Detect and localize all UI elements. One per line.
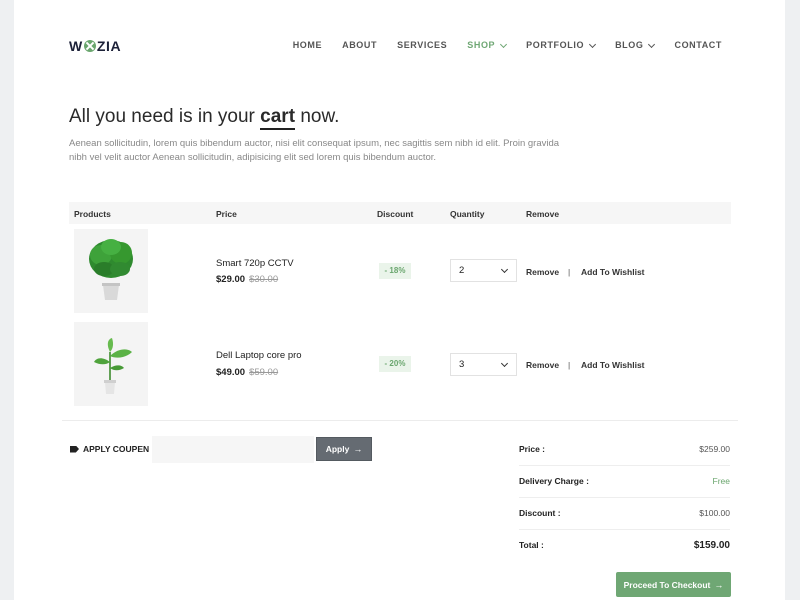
page-title: All you need is in your cart now. xyxy=(69,106,339,130)
tag-icon xyxy=(70,445,79,453)
col-discount: Discount xyxy=(377,209,414,219)
arrow-right-icon: → xyxy=(353,444,363,454)
add-to-wishlist-link[interactable]: Add To Wishlist xyxy=(581,360,645,370)
link-separator: | xyxy=(568,267,571,277)
chevron-down-icon xyxy=(589,40,597,48)
nav-contact[interactable]: CONTACT xyxy=(674,40,722,50)
main-nav: HOME ABOUT SERVICES SHOP PORTFOLIO BLOG … xyxy=(273,40,722,50)
summary-discount-row: Discount : $100.00 xyxy=(519,498,730,530)
nav-portfolio[interactable]: PORTFOLIO xyxy=(526,40,597,50)
product-price: $49.00 $59.00 xyxy=(216,367,279,378)
summary-price-row: Price : $259.00 xyxy=(519,434,730,466)
discount-badge: - 18% xyxy=(379,263,411,279)
chevron-down-icon xyxy=(500,265,509,274)
chevron-down-icon xyxy=(500,359,509,368)
logo-text-right: ZIA xyxy=(96,38,122,54)
section-divider xyxy=(62,420,738,421)
logo-text-left: W xyxy=(69,38,83,54)
link-separator: | xyxy=(568,360,571,370)
nav-about[interactable]: ABOUT xyxy=(342,40,377,50)
title-emphasis: cart xyxy=(260,106,296,130)
discount-badge: - 20% xyxy=(379,356,411,372)
chevron-down-icon xyxy=(648,40,656,48)
sprout-plant-icon xyxy=(94,338,132,394)
chevron-down-icon xyxy=(500,40,508,48)
product-name[interactable]: Smart 720p CCTV xyxy=(216,258,294,269)
nav-services[interactable]: SERVICES xyxy=(397,40,447,50)
nav-shop[interactable]: SHOP xyxy=(467,40,508,50)
product-image[interactable] xyxy=(74,229,148,313)
remove-link[interactable]: Remove xyxy=(526,267,559,277)
remove-link[interactable]: Remove xyxy=(526,360,559,370)
nav-home[interactable]: HOME xyxy=(293,40,322,50)
coupon-label: APPLY COUPEN xyxy=(70,444,149,454)
page: W ZIA HOME ABOUT SERVICES SHOP PORTFOLIO… xyxy=(14,0,785,600)
apply-coupon-button[interactable]: Apply → xyxy=(316,437,372,461)
old-price: $59.00 xyxy=(249,367,279,378)
cart-row: Dell Laptop core pro $49.00 $59.00 - 20% … xyxy=(69,322,731,408)
product-price: $29.00 $30.00 xyxy=(216,274,279,285)
proceed-to-checkout-button[interactable]: Proceed To Checkout → xyxy=(616,572,731,597)
cart-table-header: Products Price Discount Quantity Remove xyxy=(69,202,731,224)
summary-delivery-row: Delivery Charge : Free xyxy=(519,466,730,498)
nav-blog[interactable]: BLOG xyxy=(615,40,656,50)
monstera-plant-icon xyxy=(89,239,133,300)
cart-row: Smart 720p CCTV $29.00 $30.00 - 18% 2 Rem… xyxy=(69,229,731,315)
product-image[interactable] xyxy=(74,322,148,406)
logo-mark-icon xyxy=(83,40,96,52)
product-name[interactable]: Dell Laptop core pro xyxy=(216,350,302,361)
quantity-select[interactable]: 3 xyxy=(450,353,517,376)
col-price: Price xyxy=(216,209,237,219)
intro-text: Aenean sollicitudin, lorem quis bibendum… xyxy=(69,138,560,163)
old-price: $30.00 xyxy=(249,274,279,285)
quantity-select[interactable]: 2 xyxy=(450,259,517,282)
col-quantity: Quantity xyxy=(450,209,485,219)
col-products: Products xyxy=(74,209,111,219)
add-to-wishlist-link[interactable]: Add To Wishlist xyxy=(581,267,645,277)
logo[interactable]: W ZIA xyxy=(69,38,121,54)
coupon-input[interactable] xyxy=(152,436,314,463)
col-remove: Remove xyxy=(526,209,560,219)
arrow-right-icon: → xyxy=(714,579,724,590)
summary-total-row: Total : $159.00 xyxy=(519,540,730,551)
